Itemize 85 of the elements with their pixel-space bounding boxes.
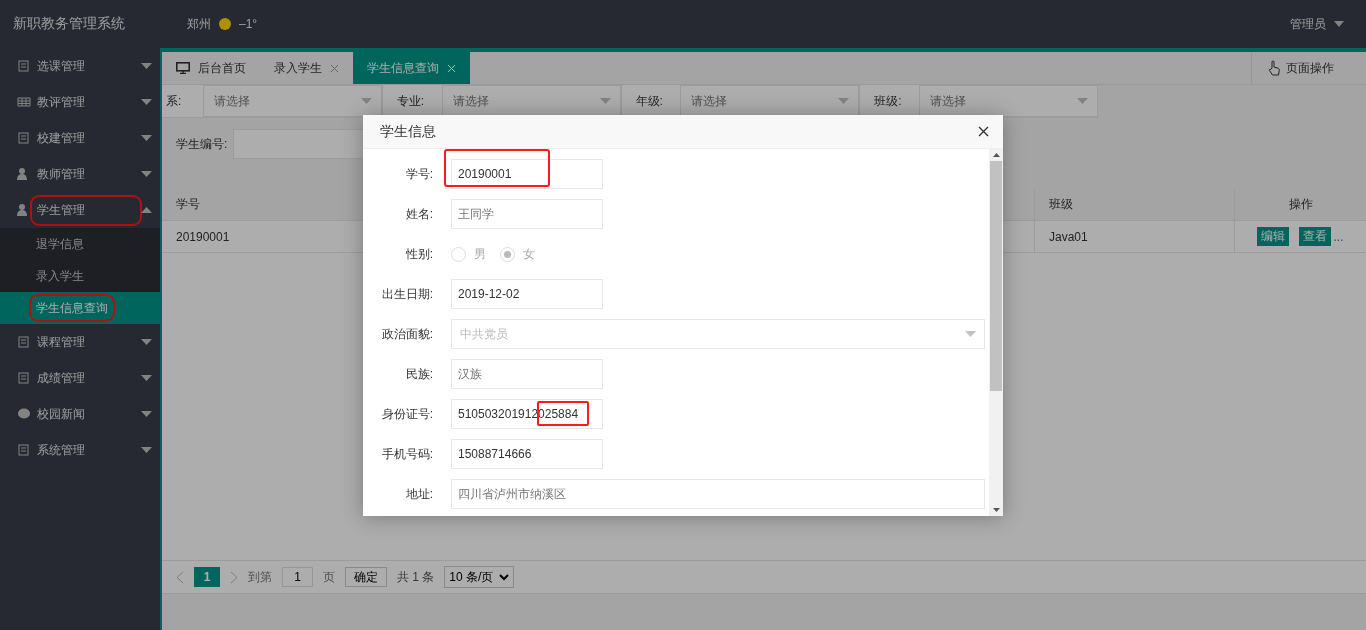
caret-down-icon — [141, 339, 152, 345]
tab[interactable]: 录入学生 — [260, 52, 353, 84]
table-cell-text: 20190001 — [175, 228, 231, 246]
chevron-left-icon[interactable] — [176, 570, 184, 584]
sidebar-item[interactable]: 校园新闻 — [0, 396, 160, 432]
caret-down-icon — [141, 375, 152, 381]
sidebar-item[interactable]: 学生管理 — [0, 192, 160, 228]
app-title: 新职教务管理系统 — [13, 15, 125, 33]
caret-icon — [1077, 98, 1088, 104]
filter-select[interactable]: 请选择 — [202, 85, 382, 117]
table-cell: Java01 — [1034, 221, 1234, 252]
page-number[interactable]: 1 — [194, 567, 220, 587]
sidebar-item[interactable]: 系统管理 — [0, 432, 160, 468]
text-field[interactable]: 20190001 — [451, 159, 603, 189]
filter-select[interactable]: 请选择 — [680, 85, 860, 117]
chevron-right-icon[interactable] — [230, 570, 238, 584]
page-unit: 页 — [323, 568, 335, 586]
filter-select[interactable]: 请选择 — [441, 85, 621, 117]
page-actions-button[interactable]: 页面操作 — [1251, 52, 1366, 84]
sidebar-item[interactable]: 课程管理 — [0, 324, 160, 360]
row-action-button[interactable]: 查看 — [1299, 227, 1332, 246]
filter-label: 系: — [165, 92, 183, 110]
sidebar-subitem[interactable]: 录入学生 — [0, 260, 160, 292]
caret-icon — [599, 98, 611, 104]
column-header: 学号 — [175, 196, 201, 213]
field-label: 民族: — [404, 365, 433, 383]
close-icon[interactable] — [978, 126, 989, 137]
temperature: –1° — [239, 17, 258, 31]
field-label: 出生日期: — [380, 285, 433, 303]
user-menu[interactable]: 管理员 — [1290, 15, 1344, 33]
field-label: 政治面貌: — [380, 325, 433, 343]
sidebar-item[interactable]: 教评管理 — [0, 84, 160, 120]
monitor-icon — [176, 62, 190, 74]
sun-icon — [219, 18, 231, 30]
caret-down-icon — [141, 135, 152, 141]
confirm-button[interactable]: 确定 — [345, 567, 387, 587]
chevron-down-icon — [499, 573, 510, 581]
sidebar-subitem[interactable]: 学生信息查询 — [0, 292, 160, 324]
field-label: 地址: — [404, 485, 433, 503]
form-icon — [17, 60, 31, 72]
scrollbar[interactable] — [989, 149, 1003, 516]
column-header: 操作 — [1234, 189, 1366, 220]
caret-down-icon — [141, 411, 152, 417]
tab[interactable]: 学生信息查询 — [353, 52, 470, 84]
chat-icon — [17, 408, 31, 420]
sidebar-item[interactable]: 成绩管理 — [0, 360, 160, 396]
field-label: 手机号码: — [380, 445, 433, 463]
page-size-select[interactable]: 10 条/页 — [444, 566, 515, 588]
scroll-down-icon[interactable] — [992, 508, 1000, 512]
scroll-up-icon[interactable] — [992, 153, 1000, 157]
text-field[interactable]: 15088714666 — [451, 439, 603, 469]
clipboard-icon — [17, 372, 31, 384]
tab[interactable]: 后台首页 — [162, 52, 260, 84]
caret-icon — [1334, 21, 1344, 27]
field-label: 学号: — [404, 165, 433, 183]
sidebar-item[interactable]: 选课管理 — [0, 48, 160, 84]
grid-icon — [17, 96, 31, 108]
sidebar-item[interactable]: 校建管理 — [0, 120, 160, 156]
caret-icon — [838, 98, 850, 104]
caret-down-icon — [141, 63, 152, 69]
dialog-title: 学生信息 — [380, 122, 436, 141]
total-count: 共 1 条 — [397, 568, 435, 586]
page-field[interactable]: 1 — [282, 567, 313, 587]
column-header: 班级 — [1034, 189, 1234, 220]
row-action-button[interactable]: 编辑 — [1257, 227, 1290, 246]
radio-label: 男 — [474, 245, 486, 263]
field-label: 姓名: — [404, 205, 433, 223]
search-label: 学生编号: — [176, 135, 228, 153]
sidebar-subitem[interactable]: 退学信息 — [0, 228, 160, 260]
caret-up-icon — [141, 207, 152, 213]
more-indicator: ... — [1333, 229, 1344, 244]
goto-label: 到第 — [248, 568, 272, 586]
field-label: 身份证号: — [380, 405, 433, 423]
caret-down-icon — [141, 447, 152, 453]
filter-select[interactable]: 请选择 — [919, 85, 1098, 117]
hand-pointer-icon — [1268, 60, 1280, 76]
caret-down-icon — [141, 99, 152, 105]
field-label: 性别: — [404, 245, 433, 263]
radio-label: 女 — [523, 245, 535, 263]
caret-icon — [360, 98, 372, 104]
caret-down-icon — [141, 171, 152, 177]
sidebar-item[interactable]: 教师管理 — [0, 156, 160, 192]
text-field[interactable]: 2019-12-02 — [451, 279, 603, 309]
caret-icon — [965, 331, 976, 337]
city-name: 郑州 — [187, 15, 211, 33]
